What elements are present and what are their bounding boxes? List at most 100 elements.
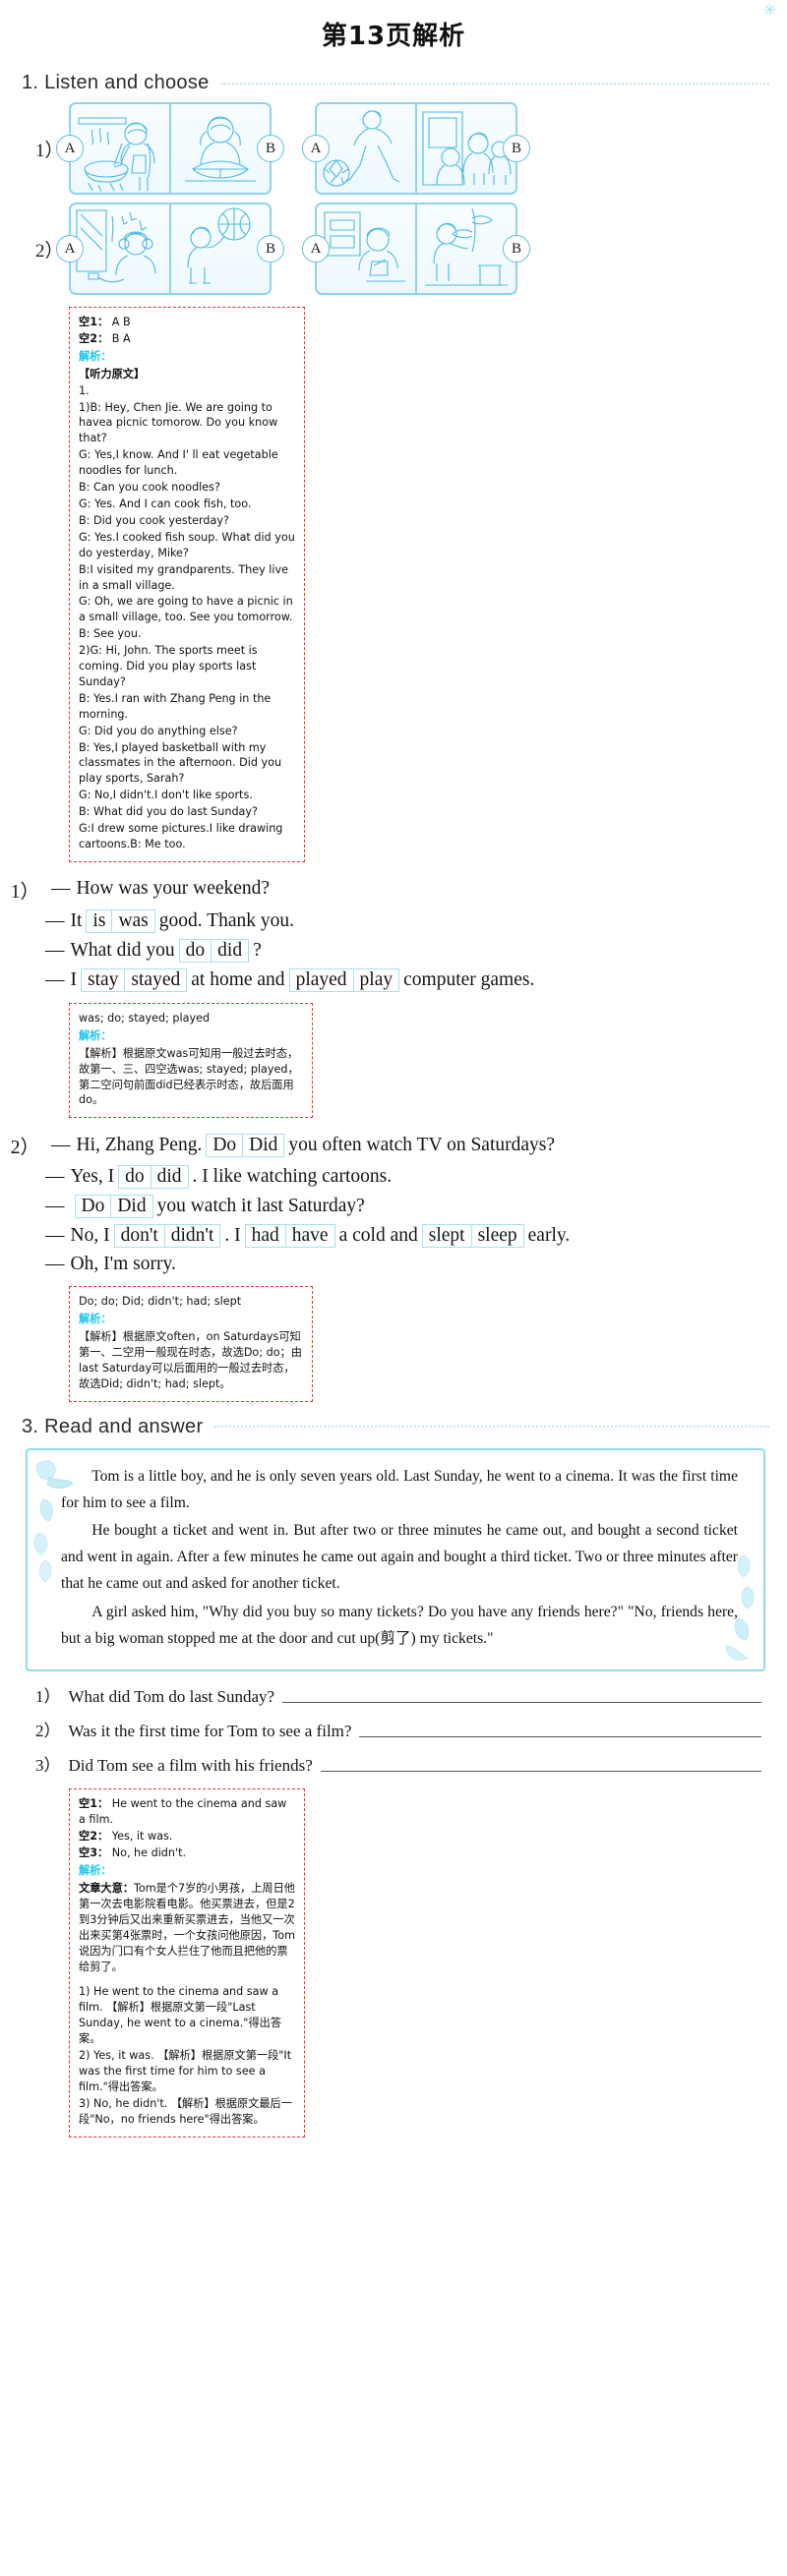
picture-pair-2b[interactable]: A B (302, 203, 530, 295)
answer-key-label: 空2： (79, 1830, 109, 1844)
choice-option[interactable]: was (111, 909, 153, 932)
girl-drawing-picture-icon[interactable] (317, 205, 415, 293)
summary-label: 文章大意： (79, 1882, 134, 1895)
question-number: 1） (10, 881, 39, 903)
script-line: B:I visited my grandparents. They live i… (79, 562, 289, 592)
option-badge-a[interactable]: A (302, 135, 330, 162)
passage-summary: 文章大意：Tom是个7岁的小男孩，上周日他第一次去电影院看电影。他买票进去，但是… (79, 1881, 295, 1974)
choice-box[interactable]: slept sleep (421, 1224, 524, 1249)
heading-dotted-rule (214, 1426, 769, 1429)
choice-option[interactable]: is (87, 910, 111, 932)
answer-line-2: 空2： B A (79, 331, 295, 347)
answer-box-question-2: Do; do; Did; didn't; had; slept 解析： 【解析】… (69, 1286, 313, 1402)
choice-box[interactable]: is was (86, 908, 155, 933)
choice-box[interactable]: played play (288, 967, 400, 992)
script-line: B: What did you do last Sunday? (79, 805, 258, 819)
answer-box-question-1: was; do; stayed; played 解析： 【解析】根据原文was可… (69, 1002, 313, 1119)
girl-cooking-soup-icon[interactable] (71, 104, 169, 193)
sentence-text: It (70, 909, 83, 931)
choice-option[interactable]: Do (76, 1196, 111, 1217)
answer-value: He went to the cinema and saw a film. (79, 1797, 287, 1827)
choice-option[interactable]: had (246, 1225, 285, 1247)
choice-option[interactable]: have (284, 1225, 334, 1248)
choice-box[interactable]: do did (118, 1165, 189, 1190)
heading-dotted-rule (220, 82, 769, 85)
boy-playing-football-icon[interactable] (317, 104, 415, 193)
section-heading-read-and-answer: 3. Read and answer ✳ (0, 2, 787, 1442)
listening-script-title: 【听力原文】 (79, 367, 146, 381)
picture-pair-1b[interactable]: A B (302, 102, 530, 195)
option-badge-a[interactable]: A (56, 135, 84, 162)
choice-option[interactable]: slept (423, 1225, 471, 1247)
fib-line: — Do Did you watch it last Saturday? (0, 1192, 787, 1221)
choice-box[interactable]: stay stayed (81, 967, 188, 992)
choice-option[interactable]: don't (115, 1225, 164, 1247)
sentence-text: No, I (70, 1225, 110, 1247)
analysis-text: 【解析】根据原文was可知用一般过去时态，故第一、三、四空选was; staye… (79, 1046, 299, 1107)
choice-option[interactable]: Do (207, 1135, 242, 1156)
dash-mark: — (45, 1196, 65, 1217)
sentence-text: you often watch TV on Saturdays? (288, 1134, 556, 1155)
sentence-text: What did you (70, 939, 175, 961)
girl-reading-book-icon[interactable] (169, 104, 270, 193)
option-badge-b[interactable]: B (503, 235, 530, 263)
choice-option[interactable]: do (180, 940, 212, 962)
choice-option[interactable]: Did (242, 1134, 283, 1156)
option-badge-b[interactable]: B (257, 135, 284, 162)
choice-box[interactable]: Do Did (74, 1195, 153, 1219)
script-line: B: See you. (79, 627, 142, 641)
analysis-label: 解析： (79, 349, 112, 363)
option-badge-b[interactable]: B (257, 235, 284, 263)
picture-pair-1a[interactable]: A B (56, 102, 284, 195)
sentence-text: . I (224, 1225, 241, 1247)
passage-paragraph: He bought a ticket and went in. But afte… (61, 1522, 738, 1593)
choice-option[interactable]: didn't (163, 1225, 220, 1248)
choice-option[interactable]: stayed (124, 968, 186, 991)
passage-paragraph: Tom is a little boy, and he is only seve… (61, 1467, 738, 1511)
option-badge-b[interactable]: B (503, 135, 530, 162)
script-line: G: Oh, we are going to have a picnic in … (79, 595, 293, 624)
question-number: 3） (35, 1756, 61, 1776)
answer-value: No, he didn't. (111, 1846, 187, 1860)
analysis-label: 解析： (79, 1864, 112, 1878)
choice-option[interactable]: sleep (470, 1225, 523, 1248)
choice-box[interactable]: do did (178, 938, 250, 963)
answer-write-line[interactable] (320, 1770, 761, 1773)
choice-option[interactable]: did (211, 939, 248, 962)
analysis-detail: 2) Yes, it was. 【解析】根据原文第一段"It was the f… (79, 2049, 292, 2093)
choice-option[interactable]: did (150, 1166, 188, 1189)
answer-write-line[interactable] (282, 1701, 761, 1704)
choice-option[interactable]: play (352, 968, 399, 991)
answer-box-section-3: 空1： He went to the cinema and saw a film… (69, 1788, 305, 2137)
option-badge-a[interactable]: A (302, 235, 330, 263)
choice-option[interactable]: played (290, 969, 353, 991)
choice-option[interactable]: Did (110, 1196, 151, 1218)
choice-box[interactable]: Do Did (206, 1133, 285, 1157)
answer-line-2: 空2： Yes, it was. (79, 1829, 295, 1844)
fib-line: — Yes, I do did . I like watching cartoo… (0, 1162, 787, 1192)
summary-text: Tom是个7岁的小男孩，上周日他第一次去电影院看电影。他买票进去，但是2到3分钟… (79, 1882, 295, 1973)
sentence-text: you watch it last Saturday? (156, 1196, 365, 1217)
dash-mark: — (51, 878, 71, 900)
script-line: B: Yes.I ran with Zhang Peng in the morn… (79, 691, 272, 721)
girl-watering-plant-icon[interactable] (415, 205, 515, 293)
picture-pair-2a[interactable]: A B (56, 203, 284, 295)
dash-mark: — (45, 1166, 65, 1188)
fib-line: — Oh, I'm sorry. (0, 1251, 787, 1278)
script-line: B: Did you cook yesterday? (79, 513, 229, 527)
option-badge-a[interactable]: A (56, 235, 84, 263)
choice-box[interactable]: had have (244, 1224, 335, 1249)
boy-playing-basketball-icon[interactable] (169, 205, 270, 293)
kids-visiting-grandparents-icon[interactable] (415, 104, 515, 193)
question-number: 1） (35, 1687, 61, 1707)
sentence-text: good. Thank you. (158, 909, 294, 931)
fill-in-blank-question-1: 1） — How was your weekend? — It is was g… (0, 870, 787, 995)
choice-option[interactable]: stay (82, 969, 124, 991)
choice-box[interactable]: don't didn't (113, 1224, 221, 1249)
dash-mark: — (45, 939, 65, 961)
boy-listening-music-icon[interactable] (71, 205, 169, 293)
analysis-detail: 1) He went to the cinema and saw a film.… (79, 1985, 282, 2046)
choice-option[interactable]: do (119, 1166, 151, 1188)
answer-write-line[interactable] (359, 1735, 761, 1738)
